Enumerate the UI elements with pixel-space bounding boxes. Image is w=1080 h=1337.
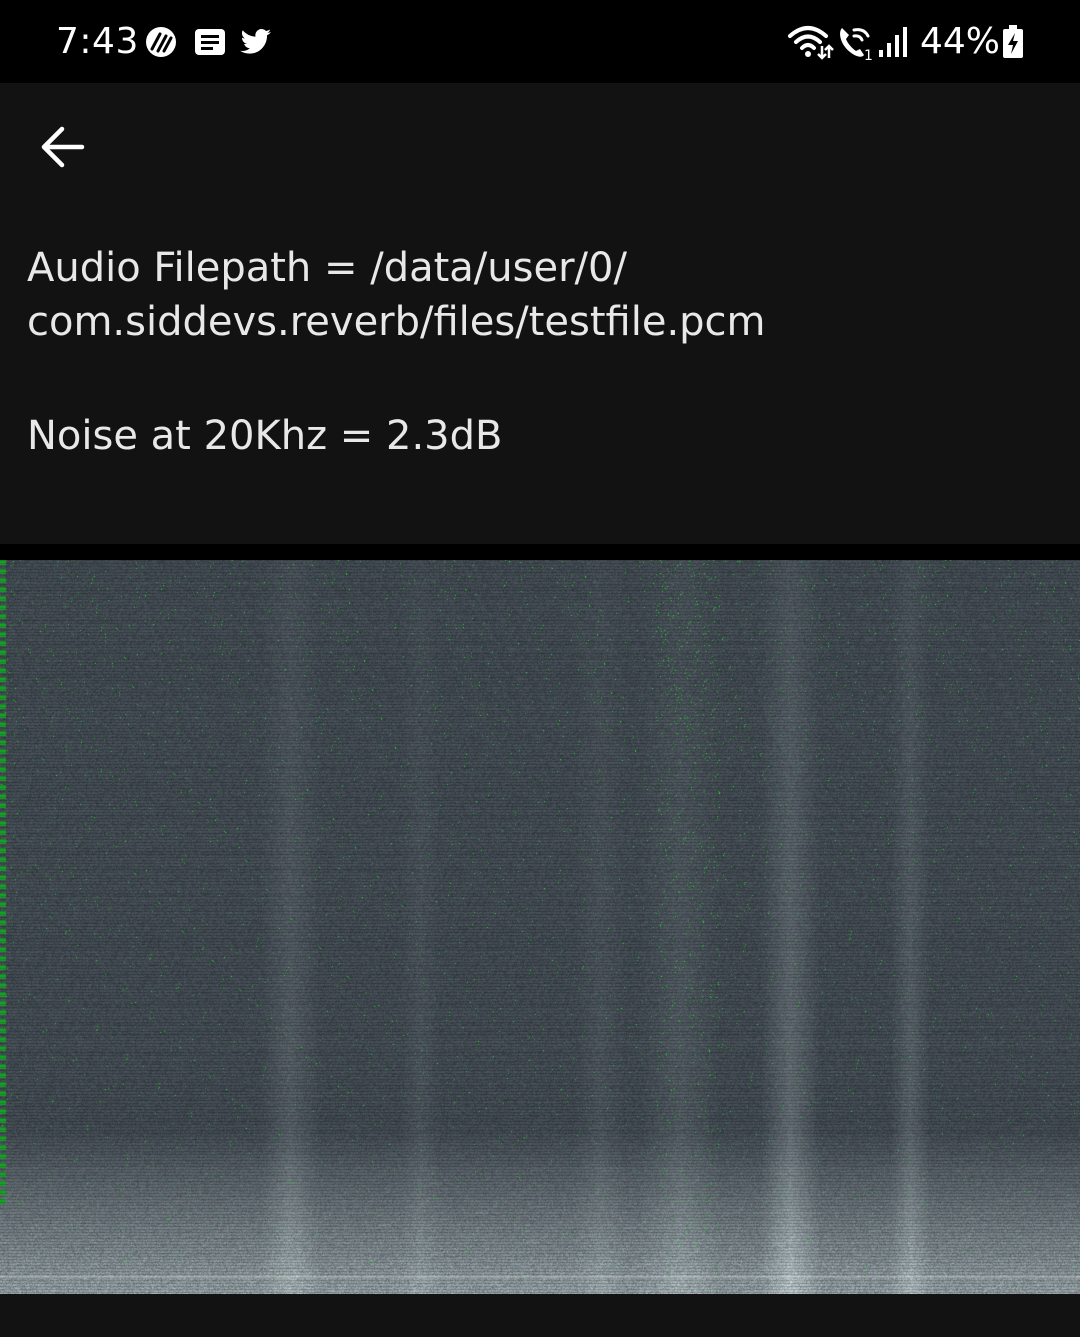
bottom-band (0, 1294, 1080, 1337)
noise-readout: Noise at 20Khz = 2.3dB (27, 413, 503, 459)
twitter-icon (240, 29, 271, 54)
audio-filepath-line-1: Audio Filepath = /data/user/0/ (27, 245, 627, 291)
status-bar: 7:43 1 44% (0, 0, 1080, 83)
wifi-calling-icon: 1 (840, 28, 873, 62)
assistant-icon (146, 27, 176, 57)
audio-filepath-line-2: com.siddevs.reverb/files/testfile.pcm (27, 299, 766, 345)
signal-icon (879, 27, 907, 57)
spectrogram-canvas (0, 560, 1080, 1294)
news-icon (195, 29, 225, 55)
battery-charging-icon (1003, 25, 1023, 58)
wifi-icon (788, 26, 834, 60)
spectrogram-area (0, 544, 1080, 1337)
status-time: 7:43 (56, 21, 139, 62)
svg-text:1: 1 (864, 48, 873, 62)
arrow-left-icon (41, 126, 85, 168)
battery-percentage: 44% (920, 21, 1001, 62)
back-button[interactable] (28, 115, 100, 179)
app-bar: Audio Filepath = /data/user/0/ com.sidde… (0, 83, 1080, 544)
